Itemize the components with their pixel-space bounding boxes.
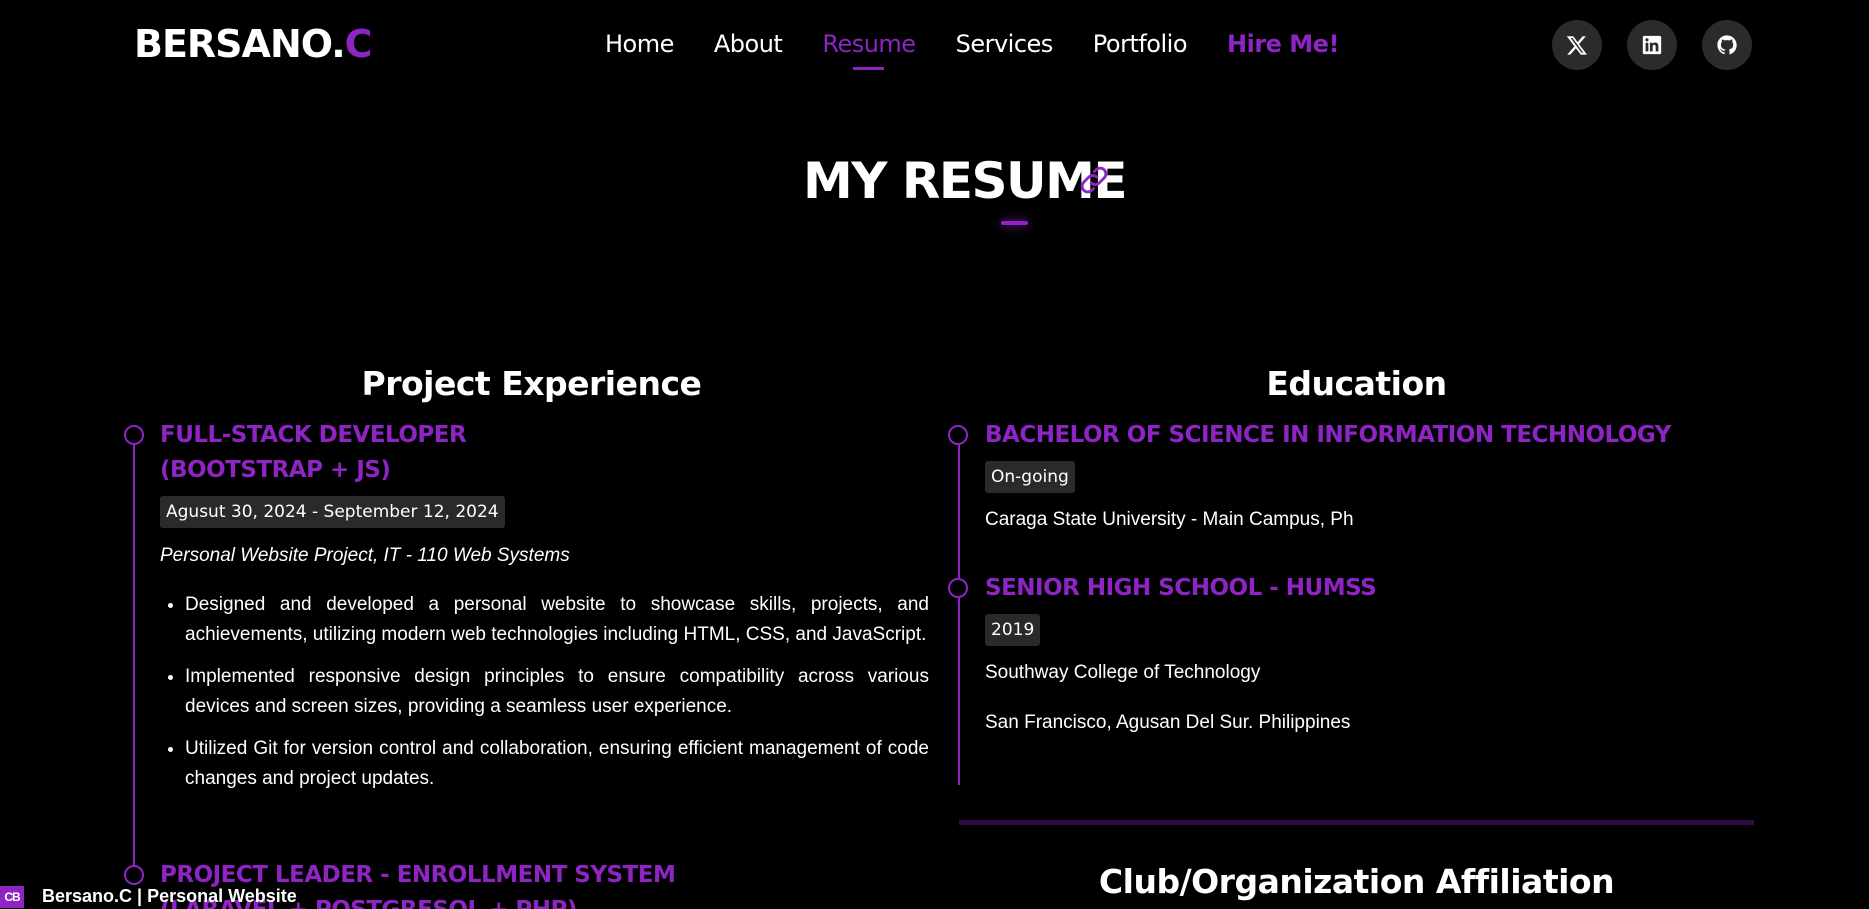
github-icon: [1717, 35, 1737, 55]
nav-portfolio[interactable]: Portfolio: [1093, 30, 1188, 58]
project-bullet-list: Designed and developed a personal websit…: [185, 590, 929, 806]
link-icon[interactable]: [1077, 163, 1111, 197]
timeline-dot: [948, 578, 968, 598]
list-item: Designed and developed a personal websit…: [185, 590, 929, 650]
project-title-line1: FULL-STACK DEVELOPER: [160, 422, 467, 448]
github-link-button[interactable]: [1702, 20, 1752, 70]
club-affiliation-heading: Club/Organization Affiliation: [1098, 862, 1615, 901]
education-title: BACHELOR OF SCIENCE IN INFORMATION TECHN…: [985, 422, 1671, 448]
project-date-badge: Agusut 30, 2024 - September 12, 2024: [160, 496, 505, 528]
nav-home[interactable]: Home: [605, 30, 674, 58]
favicon-icon: CB: [0, 885, 24, 908]
linkedin-link-button[interactable]: [1627, 20, 1677, 70]
project-title: FULL-STACK DEVELOPER (BOOTSTRAP + JS): [160, 418, 467, 488]
social-links: [1552, 20, 1752, 70]
education-school: Southway College of Technology: [985, 662, 1261, 683]
project-subtitle: Personal Website Project, IT - 110 Web S…: [160, 545, 570, 566]
x-icon: [1566, 36, 1587, 55]
list-item: Utilized Git for version control and col…: [185, 734, 929, 794]
title-underline: [1001, 221, 1028, 225]
section-divider: [959, 820, 1754, 825]
timeline-dot: [124, 425, 144, 445]
education-school: Caraga State University - Main Campus, P…: [985, 509, 1354, 530]
project-experience-heading: Project Experience: [361, 364, 702, 403]
main-nav: Home About Resume Services Portfolio Hir…: [605, 30, 1339, 70]
project-title-line2: (BOOTSTRAP + JS): [160, 457, 391, 483]
logo-main-text: BERSANO.: [134, 22, 346, 66]
page-title-wrap: MY RESUME: [0, 152, 1869, 210]
project-timeline-line: [133, 445, 135, 885]
nav-services[interactable]: Services: [956, 30, 1054, 58]
browser-tab-label[interactable]: CB Bersano.C | Personal Website: [0, 884, 297, 909]
x-link-button[interactable]: [1552, 20, 1602, 70]
site-header: BERSANO.C Home About Resume Services Por…: [0, 0, 1869, 90]
logo-accent-text: C: [344, 22, 373, 66]
nav-resume[interactable]: Resume: [822, 30, 916, 70]
education-title: SENIOR HIGH SCHOOL - HUMSS: [985, 575, 1377, 601]
site-logo[interactable]: BERSANO.C: [134, 22, 373, 66]
nav-hire-me[interactable]: Hire Me!: [1227, 30, 1339, 58]
timeline-dot: [124, 865, 144, 885]
list-item: Implemented responsive design principles…: [185, 662, 929, 722]
education-year-badge: 2019: [985, 614, 1041, 646]
linkedin-icon: [1642, 35, 1662, 55]
education-status-badge: On-going: [985, 461, 1075, 493]
tab-title: Bersano.C | Personal Website: [42, 886, 297, 906]
nav-about[interactable]: About: [714, 30, 783, 58]
education-location: San Francisco, Agusan Del Sur. Philippin…: [985, 712, 1351, 733]
timeline-dot: [948, 425, 968, 445]
education-heading: Education: [1266, 364, 1447, 403]
education-timeline-line: [958, 445, 960, 785]
